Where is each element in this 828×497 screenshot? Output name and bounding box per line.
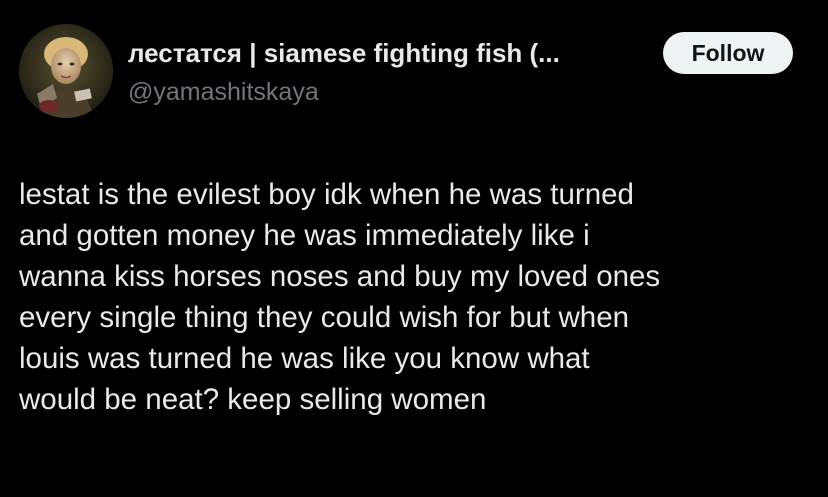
tweet-text-line: every single thing they could wish for b… bbox=[19, 301, 630, 334]
user-handle[interactable]: @yamashitskaya bbox=[128, 76, 319, 108]
tweet-text-line: and gotten money he was immediately like… bbox=[19, 219, 590, 252]
tweet-text-line: louis was turned he was like you know wh… bbox=[19, 342, 590, 375]
tweet-card: лестатся | siamese fighting fish (... @y… bbox=[0, 0, 828, 497]
avatar[interactable] bbox=[19, 24, 113, 118]
follow-button[interactable]: Follow bbox=[663, 32, 793, 74]
tweet-text-line: would be neat? keep selling women bbox=[19, 383, 487, 416]
tweet-text-line: wanna kiss horses noses and buy my loved… bbox=[19, 260, 661, 293]
profile-photo-icon bbox=[19, 24, 113, 118]
display-name[interactable]: лестатся | siamese fighting fish (... bbox=[128, 36, 658, 70]
tweet-text: lestat is the evilest boy idk when he wa… bbox=[19, 174, 809, 420]
tweet-text-line: lestat is the evilest boy idk when he wa… bbox=[19, 178, 634, 211]
